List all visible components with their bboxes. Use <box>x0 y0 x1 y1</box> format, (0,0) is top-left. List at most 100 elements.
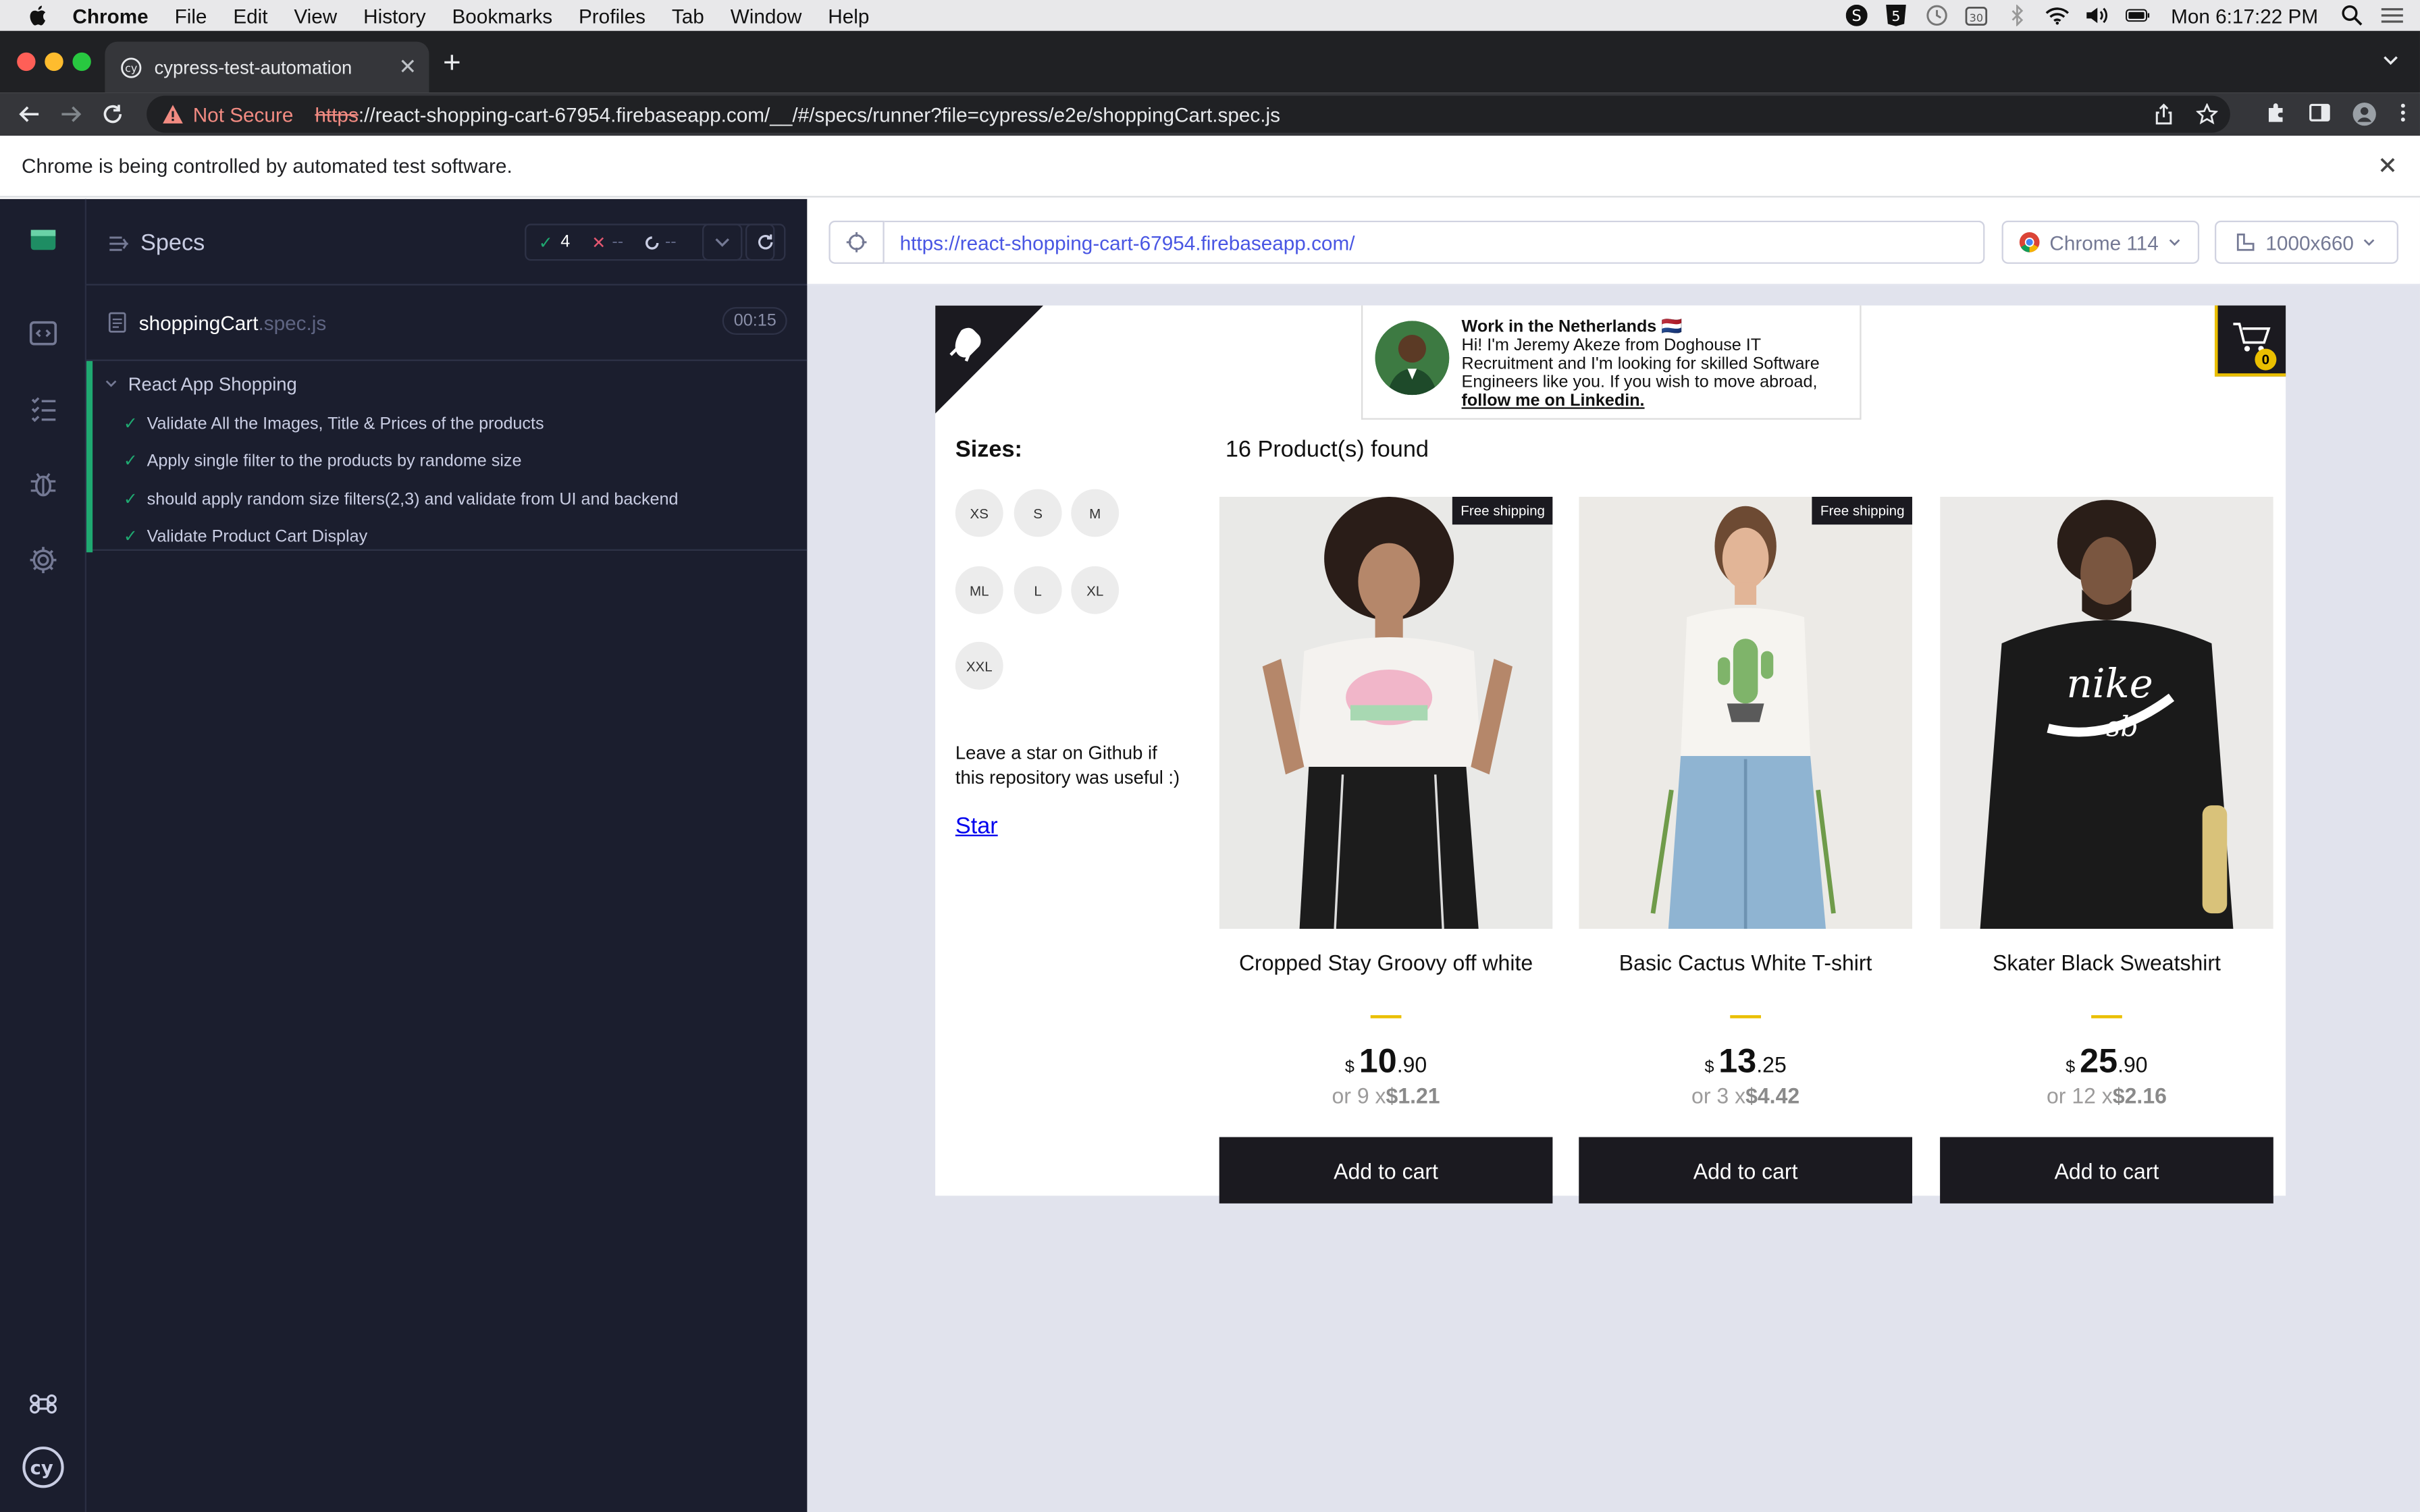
html5-icon[interactable]: 5 <box>1884 4 1909 26</box>
spec-file-row[interactable]: shoppingCart .spec.js 00:15 <box>108 301 787 344</box>
menu-tab[interactable]: Tab <box>672 4 704 27</box>
specs-list-icon[interactable] <box>28 318 59 349</box>
product-card[interactable]: Free shipping Basic Cactus White T-shirt… <box>1579 496 1912 1204</box>
size-filter-m[interactable]: M <box>1071 489 1120 537</box>
menubar-clock[interactable]: Mon 6:17:22 PM <box>2171 4 2318 27</box>
window-minimize-button[interactable] <box>45 52 63 72</box>
title-underline <box>2091 1015 2122 1019</box>
forward-arrow-icon[interactable] <box>59 102 84 127</box>
pass-check-icon: ✓ <box>123 414 138 434</box>
skype-icon[interactable]: S <box>1844 4 1869 26</box>
menu-help[interactable]: Help <box>828 4 869 27</box>
test-title: Apply single filter to the products by r… <box>147 451 522 470</box>
selector-playground-button[interactable] <box>828 220 885 264</box>
settings-gear-icon[interactable] <box>28 545 59 576</box>
window-zoom-button[interactable] <box>72 52 91 72</box>
bluetooth-icon[interactable] <box>2004 4 2029 26</box>
control-center-icon[interactable] <box>2380 5 2405 26</box>
github-corner-icon[interactable] <box>935 305 1044 414</box>
add-to-cart-button[interactable]: Add to cart <box>1579 1137 1912 1204</box>
collapse-all-button[interactable] <box>702 223 743 261</box>
tab-title: cypress-test-automation <box>154 56 352 78</box>
size-filter-xs[interactable]: XS <box>955 489 1003 537</box>
chrome-menu-kebab-icon[interactable] <box>2398 102 2408 124</box>
menu-bookmarks[interactable]: Bookmarks <box>452 4 552 27</box>
spotlight-search-icon[interactable] <box>2340 5 2365 26</box>
product-price: $25.90 <box>1940 1042 2273 1081</box>
product-image[interactable]: Free shipping <box>1219 496 1553 929</box>
volume-icon[interactable] <box>2084 5 2109 26</box>
installment-info: or 12 x$2.16 <box>1940 1083 2273 1108</box>
menu-file[interactable]: File <box>175 4 207 27</box>
spec-duration: 00:15 <box>722 306 787 335</box>
battery-icon[interactable] <box>2125 5 2150 26</box>
size-filter-s[interactable]: S <box>1014 489 1062 537</box>
address-bar[interactable]: Not Secure https ://react-shopping-cart-… <box>147 95 2230 133</box>
menu-history[interactable]: History <box>363 4 425 27</box>
runs-list-icon[interactable] <box>28 394 59 425</box>
cart-button[interactable]: 0 <box>2214 305 2286 377</box>
apple-icon[interactable] <box>26 3 51 28</box>
clock-history-icon[interactable] <box>1924 5 1949 26</box>
cypress-logo-icon[interactable]: cy <box>22 1446 65 1489</box>
viewport-selector[interactable]: 1000x660 <box>2214 220 2398 264</box>
test-suite: React App Shopping ✓ Validate All the Ima… <box>86 359 808 553</box>
reload-icon[interactable] <box>101 102 126 127</box>
installment-info: or 3 x$4.42 <box>1579 1083 1912 1108</box>
menu-edit[interactable]: Edit <box>233 4 267 27</box>
bookmark-star-icon[interactable] <box>2196 103 2218 125</box>
test-row[interactable]: ✓ Validate All the Images, Title & Prices… <box>124 414 544 434</box>
specs-toggle[interactable]: Specs <box>108 230 205 256</box>
menu-view[interactable]: View <box>294 4 337 27</box>
price-decimal: .25 <box>1756 1052 1787 1077</box>
aut-url[interactable]: https://react-shopping-cart-67954.fireba… <box>884 220 1985 264</box>
product-card[interactable]: Free shipping Cropped Stay Groovy off wh… <box>1219 496 1553 1204</box>
infobar-close-icon[interactable] <box>2377 155 2398 176</box>
menu-app-name[interactable]: Chrome <box>72 4 148 27</box>
test-row[interactable]: ✓ Validate Product Cart Display <box>124 526 367 547</box>
size-filter-ml[interactable]: ML <box>955 566 1003 614</box>
not-secure-label[interactable]: Not Secure <box>193 103 294 126</box>
size-filter-xxl[interactable]: XXL <box>955 641 1003 690</box>
browser-selector[interactable]: Chrome 114 <box>2001 220 2200 264</box>
size-filter-l[interactable]: L <box>1014 566 1062 614</box>
crosshair-icon <box>846 232 867 252</box>
price-integer: 13 <box>1718 1041 1757 1080</box>
product-image[interactable]: nike sb <box>1940 496 2273 929</box>
new-tab-button[interactable]: + <box>443 48 461 79</box>
promo-linkedin-link[interactable]: follow me on Linkedin. <box>1462 392 1645 410</box>
warning-triangle-icon[interactable] <box>162 103 184 125</box>
browser-tab[interactable]: cy cypress-test-automation ✕ <box>105 41 429 93</box>
test-row[interactable]: ✓ should apply random size filters(2,3) a… <box>124 489 679 510</box>
test-row[interactable]: ✓ Apply single filter to the products by … <box>124 450 522 471</box>
add-to-cart-button[interactable]: Add to cart <box>1219 1137 1553 1204</box>
tab-close-icon[interactable]: ✕ <box>398 54 417 80</box>
shopping-app: Work in the Netherlands 🇳🇱 Hi! I'm Jerem… <box>935 305 2286 1204</box>
menu-profiles[interactable]: Profiles <box>579 4 646 27</box>
back-arrow-icon[interactable] <box>17 102 42 127</box>
calendar-icon[interactable]: 30 <box>1964 5 1989 26</box>
keyboard-shortcuts-icon[interactable] <box>28 1388 59 1420</box>
pending-circle-icon <box>645 236 659 250</box>
profile-avatar-icon[interactable] <box>2352 102 2377 127</box>
caret-down-icon <box>105 380 117 387</box>
window-close-button[interactable] <box>17 52 36 72</box>
wifi-icon[interactable] <box>2045 5 2070 26</box>
debug-bug-icon[interactable] <box>28 469 59 500</box>
product-image[interactable]: Free shipping <box>1579 496 1912 929</box>
menu-window[interactable]: Window <box>731 4 802 27</box>
size-filter-xl[interactable]: XL <box>1071 566 1120 614</box>
svg-text:5: 5 <box>1892 8 1901 24</box>
side-panel-icon[interactable] <box>2309 102 2330 124</box>
rerun-button[interactable] <box>745 223 786 261</box>
specs-label: Specs <box>140 230 205 256</box>
tab-search-chevron-icon[interactable] <box>2380 49 2402 71</box>
add-to-cart-button[interactable]: Add to cart <box>1940 1137 2273 1204</box>
github-star-link[interactable]: Star <box>955 813 998 840</box>
project-logo-icon[interactable] <box>28 223 59 254</box>
extensions-puzzle-icon[interactable] <box>2265 102 2287 124</box>
product-card[interactable]: nike sb Skater Black Sweatshirt $25.90 or… <box>1940 496 2273 1204</box>
suite-title-row[interactable]: React App Shopping <box>105 373 297 395</box>
share-icon[interactable] <box>2153 103 2175 125</box>
reporter-header: Specs ✓ 4 ✕ -- -- <box>86 199 808 286</box>
